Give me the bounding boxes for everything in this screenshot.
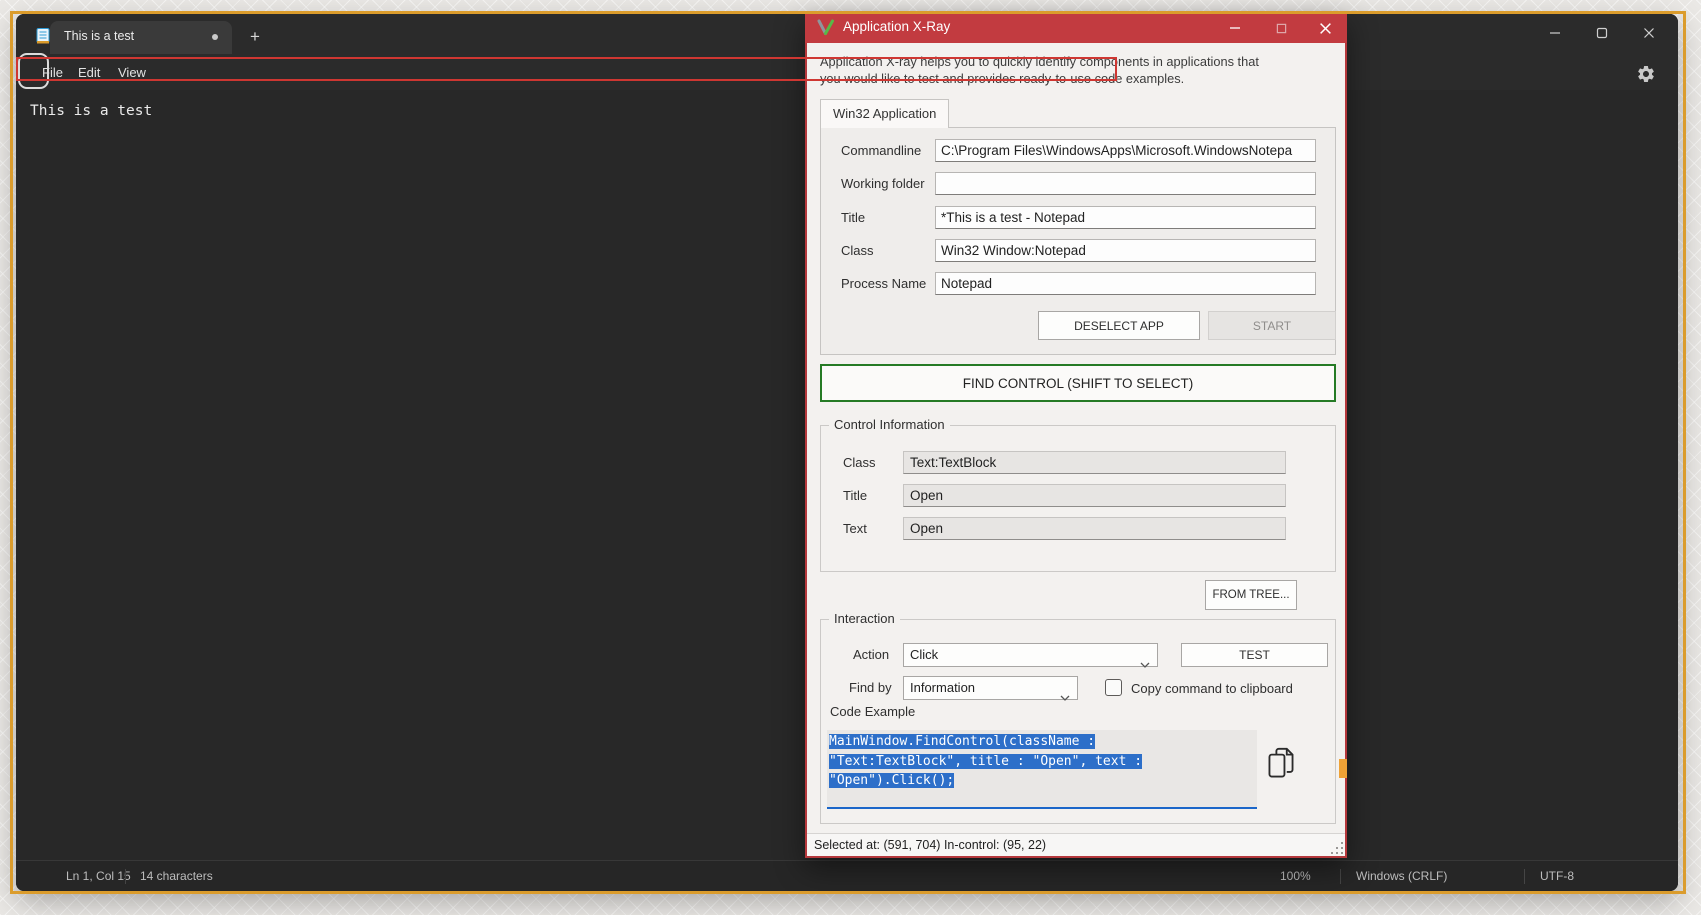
chevron-down-icon <box>1060 686 1070 708</box>
xray-window-title: Application X-Ray <box>843 19 950 34</box>
find-by-combobox[interactable]: Information <box>903 676 1078 700</box>
chevron-down-icon <box>1140 653 1150 675</box>
control-information-label: Control Information <box>829 417 950 432</box>
working-folder-field[interactable] <box>935 172 1316 195</box>
ci-title-field[interactable]: Open <box>903 484 1286 507</box>
xray-logo-icon <box>817 19 835 36</box>
xray-statusbar: Selected at: (591, 704) In-control: (95,… <box>807 833 1345 856</box>
tab-this-is-a-test[interactable]: This is a test <box>50 21 232 54</box>
title-field[interactable]: *This is a test - Notepad <box>935 206 1316 229</box>
action-combobox[interactable]: Click <box>903 643 1158 667</box>
menu-file[interactable]: File <box>42 65 63 80</box>
unsaved-indicator-dot <box>212 34 218 40</box>
status-encoding[interactable]: UTF-8 <box>1540 869 1574 883</box>
ci-class-label: Class <box>843 455 876 470</box>
highlight-marker <box>1339 759 1347 778</box>
code-line: "Open").Click(); <box>829 773 954 788</box>
notepad-maximize-button[interactable] <box>1578 14 1625 52</box>
copy-icon[interactable] <box>1266 746 1296 784</box>
class-label: Class <box>841 243 874 258</box>
notepad-minimize-button[interactable] <box>1531 14 1578 52</box>
editor-text: This is a test <box>30 103 152 119</box>
xray-close-button[interactable] <box>1305 13 1345 43</box>
xray-minimize-button[interactable] <box>1215 13 1255 43</box>
find-control-button[interactable]: FIND CONTROL (SHIFT TO SELECT) <box>820 364 1336 402</box>
tab-title: This is a test <box>64 29 134 43</box>
status-char-count: 14 characters <box>140 869 213 883</box>
xray-description: Application X-ray helps you to quickly i… <box>820 53 1340 87</box>
commandline-label: Commandline <box>841 143 921 158</box>
status-zoom[interactable]: 100% <box>1280 869 1311 883</box>
commandline-field[interactable]: C:\Program Files\WindowsApps\Microsoft.W… <box>935 139 1316 162</box>
menu-edit[interactable]: Edit <box>78 65 100 80</box>
new-tab-button[interactable]: + <box>242 24 268 50</box>
action-value: Click <box>910 647 938 662</box>
test-button[interactable]: TEST <box>1181 643 1328 667</box>
ci-text-label: Text <box>843 521 867 536</box>
selected-at-status: Selected at: (591, 704) In-control: (95,… <box>814 838 1046 852</box>
code-example-textarea[interactable]: MainWindow.FindControl(className : "Text… <box>827 730 1257 809</box>
ci-title-label: Title <box>843 488 867 503</box>
win32-application-panel: Commandline C:\Program Files\WindowsApps… <box>820 127 1336 355</box>
action-label: Action <box>853 647 889 662</box>
copy-to-clipboard-checkbox[interactable] <box>1105 679 1122 696</box>
xray-dialog: Application X-Ray Application X-ray help… <box>805 13 1347 858</box>
from-tree-button[interactable]: FROM TREE... <box>1205 580 1297 610</box>
settings-gear-icon[interactable] <box>1636 64 1656 84</box>
xray-titlebar: Application X-Ray <box>805 13 1347 43</box>
status-line-ending[interactable]: Windows (CRLF) <box>1356 869 1447 883</box>
notepad-statusbar: Ln 1, Col 15 14 characters 100% Windows … <box>16 860 1678 891</box>
process-name-field[interactable]: Notepad <box>935 272 1316 295</box>
interaction-label: Interaction <box>829 611 900 626</box>
menu-view[interactable]: View <box>118 65 146 80</box>
status-divider <box>1524 869 1525 884</box>
ci-text-field[interactable]: Open <box>903 517 1286 540</box>
working-folder-label: Working folder <box>841 176 925 191</box>
tab-win32-application[interactable]: Win32 Application <box>820 99 949 128</box>
notepad-close-button[interactable] <box>1625 14 1672 52</box>
find-by-label: Find by <box>849 680 892 695</box>
code-line: "Text:TextBlock", title : "Open", text : <box>829 754 1142 769</box>
status-divider <box>1340 869 1341 884</box>
xray-maximize-button[interactable] <box>1261 13 1301 43</box>
status-line-col: Ln 1, Col 15 <box>66 869 131 883</box>
find-by-value: Information <box>910 680 975 695</box>
code-line: MainWindow.FindControl(className : <box>829 734 1095 749</box>
desktop: This is a test + File Edit View <box>0 0 1701 915</box>
code-example-label: Code Example <box>830 704 915 719</box>
control-information-group: Control Information Class Text:TextBlock… <box>820 425 1336 572</box>
class-field[interactable]: Win32 Window:Notepad <box>935 239 1316 262</box>
copy-to-clipboard-label: Copy command to clipboard <box>1131 681 1293 696</box>
resize-grip[interactable] <box>1331 842 1343 854</box>
deselect-app-button[interactable]: DESELECT APP <box>1038 311 1200 340</box>
start-button[interactable]: START <box>1208 311 1336 340</box>
process-name-label: Process Name <box>841 276 926 291</box>
title-label: Title <box>841 210 865 225</box>
status-divider <box>125 869 126 884</box>
ci-class-field[interactable]: Text:TextBlock <box>903 451 1286 474</box>
